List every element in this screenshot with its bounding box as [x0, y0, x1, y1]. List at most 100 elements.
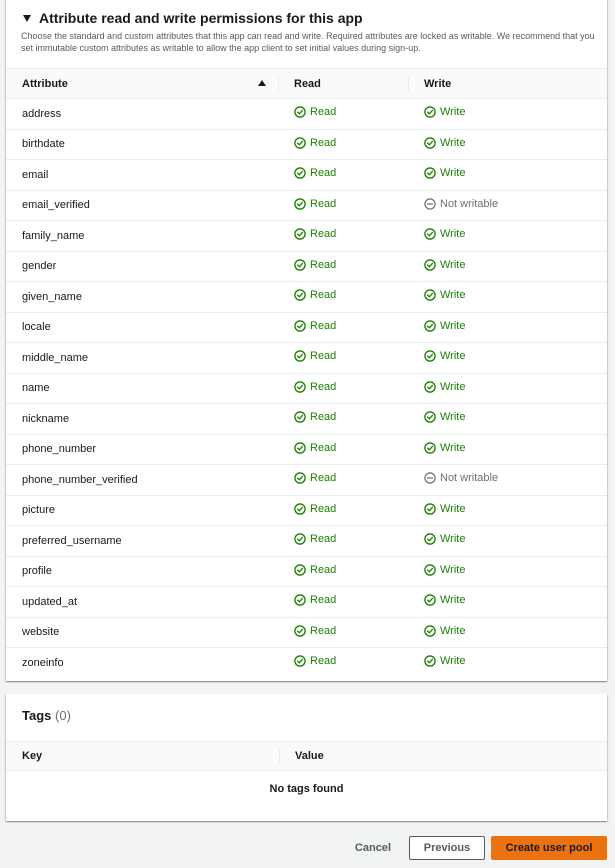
tags-empty-message: No tags found [269, 783, 344, 795]
table-row: given_name Read Write [6, 281, 607, 313]
read-status-indicator: Read [294, 411, 336, 423]
check-circle-icon [294, 258, 306, 271]
write-status-label: Write [440, 624, 466, 637]
read-status-label: Read [310, 167, 337, 180]
write-status-label: Write [440, 655, 466, 668]
caret-down-icon [23, 14, 31, 22]
check-circle-icon [424, 441, 436, 454]
read-status: Read [278, 129, 408, 160]
table-row: phone_number Read Write [6, 434, 607, 465]
read-status-indicator: Read [294, 503, 336, 515]
check-circle-icon [294, 502, 306, 515]
check-circle-icon [294, 441, 306, 454]
write-status-indicator: Write [424, 259, 465, 271]
write-status: Write [408, 281, 607, 313]
minus-circle-icon [424, 198, 436, 210]
write-status-label: Write [440, 350, 466, 363]
read-status: Read [278, 617, 408, 648]
attribute-permissions-toggle[interactable]: Attribute read and write permissions for… [21, 10, 601, 26]
minus-circle-icon [424, 472, 436, 484]
read-status-label: Read [310, 380, 337, 393]
check-circle-icon [294, 228, 306, 241]
write-status-indicator: Write [424, 594, 465, 606]
read-status-label: Read [310, 136, 337, 149]
read-status: Read [278, 648, 408, 678]
write-status-indicator: Write [424, 442, 465, 454]
check-circle-icon [294, 319, 306, 332]
attribute-rows: address Read Write birthdate Read Write email R… [6, 98, 607, 678]
table-row: phone_number_verified Read Not writable [6, 464, 607, 496]
write-status: Write [408, 648, 607, 678]
check-circle-icon [424, 563, 436, 576]
write-status: Not writable [408, 464, 607, 496]
check-circle-icon [424, 350, 436, 363]
attribute-name: middle_name [6, 342, 278, 374]
write-status: Write [408, 556, 607, 587]
previous-button[interactable]: Previous [409, 836, 485, 860]
read-status: Read [278, 342, 408, 374]
read-status-indicator: Read [294, 137, 336, 149]
table-row: picture Read Write [6, 495, 607, 526]
write-status: Write [408, 312, 607, 343]
read-status: Read [278, 586, 408, 618]
read-status: Read [278, 98, 408, 130]
attribute-name: zoneinfo [22, 656, 64, 669]
column-header-write: Write [408, 68, 607, 99]
table-header-row: Attribute Read Write [6, 68, 607, 99]
write-status-label: Write [440, 167, 466, 180]
write-status-label: Write [440, 594, 466, 607]
check-circle-icon [424, 533, 436, 546]
write-status-label: Write [440, 441, 466, 454]
check-circle-icon [294, 350, 306, 363]
check-circle-icon [294, 289, 306, 302]
read-status-label: Read [310, 319, 337, 332]
check-circle-icon [294, 472, 306, 485]
check-circle-icon [424, 502, 436, 515]
write-status-label: Write [440, 411, 466, 424]
read-status-indicator: Read [294, 259, 336, 271]
read-status-label: Read [310, 258, 337, 271]
read-status: Read [278, 373, 408, 404]
sort-ascending-icon[interactable] [258, 80, 266, 86]
read-status: Read [278, 281, 408, 313]
write-status-indicator: Write [424, 655, 465, 667]
attribute-name: name [6, 373, 278, 404]
attribute-permissions-table: Attribute Read Write address Read Write bir… [6, 68, 607, 678]
check-circle-icon [424, 228, 436, 241]
table-row: birthdate Read Write [6, 129, 607, 160]
column-header-attribute[interactable]: Attribute [6, 68, 278, 99]
check-circle-icon [424, 167, 436, 180]
read-status: Read [278, 434, 408, 465]
read-status-label: Read [310, 228, 337, 241]
write-status-label: Not writable [440, 472, 499, 485]
read-status-indicator: Read [294, 167, 336, 179]
check-circle-icon [294, 655, 306, 668]
check-circle-icon [294, 533, 306, 546]
write-status-indicator: Write [424, 320, 465, 332]
create-user-pool-button[interactable]: Create user pool [491, 836, 607, 860]
check-circle-icon [294, 624, 306, 637]
write-status: Write [408, 434, 607, 465]
write-status: Write [408, 495, 607, 526]
attribute-permissions-header: Attribute read and write permissions for… [21, 10, 601, 54]
attribute-permissions-title: Attribute read and write permissions for… [39, 10, 363, 26]
read-status-label: Read [310, 441, 337, 454]
tags-table: Key Value [6, 741, 607, 771]
read-status: Read [278, 190, 408, 221]
write-status: Write [408, 617, 607, 648]
cancel-button[interactable]: Cancel [337, 836, 409, 860]
write-status-indicator: Not writable [424, 472, 498, 484]
write-status: Write [408, 342, 607, 374]
write-status-label: Write [440, 289, 466, 302]
table-row: nickname Read Write [6, 403, 607, 435]
write-status-label: Write [440, 136, 466, 149]
check-circle-icon [424, 655, 436, 668]
read-status-indicator: Read [294, 198, 336, 210]
write-status-indicator: Write [424, 625, 465, 637]
write-status-indicator: Write [424, 106, 465, 118]
table-row: profile Read Write [6, 556, 607, 587]
write-status: Write [408, 129, 607, 160]
attribute-name: nickname [6, 403, 278, 435]
table-row: middle_name Read Write [6, 342, 607, 374]
check-circle-icon [424, 319, 436, 332]
